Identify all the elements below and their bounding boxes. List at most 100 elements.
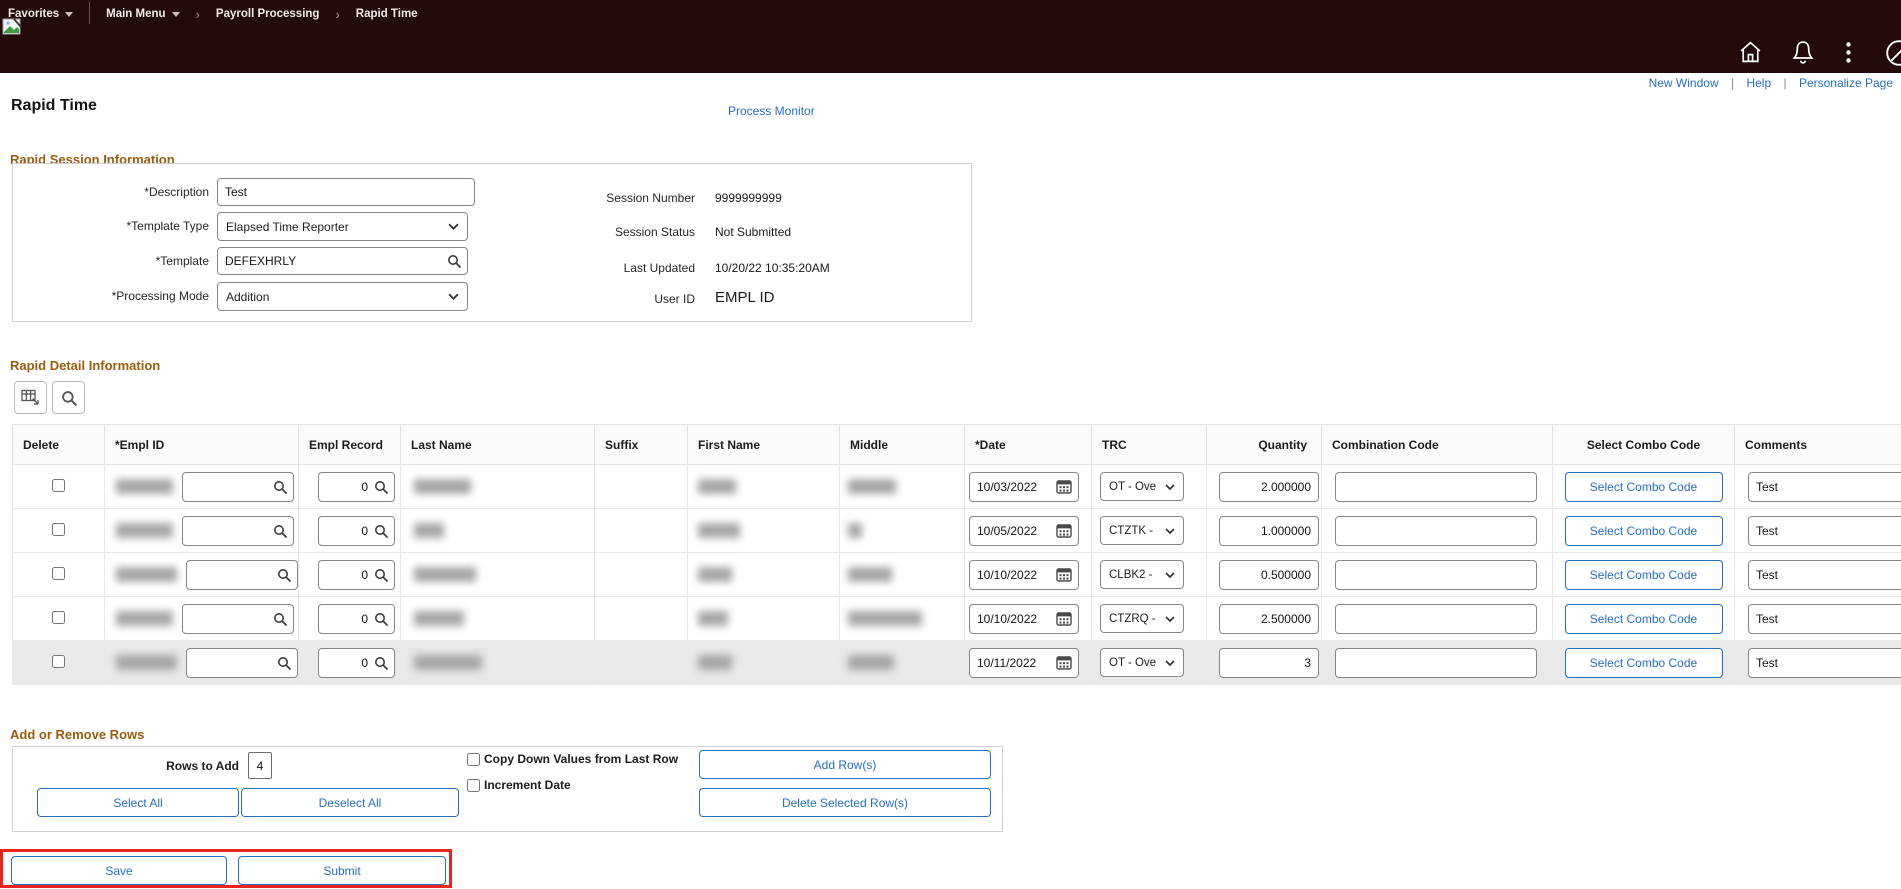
column-header-empl-record: Empl Record	[298, 424, 401, 465]
template-type-select[interactable]: Elapsed Time Reporter	[217, 212, 468, 241]
last-name-redacted-value	[414, 611, 464, 626]
empl-id-redacted-value	[116, 567, 177, 582]
first-name-redacted-value	[698, 567, 732, 582]
personalize-grid-button[interactable]	[14, 381, 47, 414]
comments-input[interactable]	[1748, 647, 1901, 678]
new-window-link[interactable]: New Window	[1649, 76, 1719, 90]
save-button[interactable]: Save	[11, 856, 227, 885]
combination-code-input[interactable]	[1335, 647, 1537, 678]
trc-select[interactable]: CTZTK -	[1100, 516, 1184, 545]
select-combo-code-button[interactable]: Select Combo Code	[1564, 559, 1723, 590]
empl-record-input[interactable]	[318, 471, 395, 502]
actions-kebab-icon[interactable]	[1846, 42, 1851, 66]
quantity-input[interactable]	[1219, 559, 1319, 590]
select-combo-code-button[interactable]: Select Combo Code	[1564, 647, 1723, 678]
home-icon[interactable]	[1738, 40, 1763, 67]
combination-code-input[interactable]	[1335, 471, 1537, 502]
date-input[interactable]	[969, 471, 1079, 502]
combination-code-input[interactable]	[1335, 559, 1537, 590]
quantity-input[interactable]	[1219, 603, 1319, 634]
quantity-input[interactable]	[1219, 471, 1319, 502]
notifications-bell-icon[interactable]	[1792, 40, 1814, 67]
main-menu[interactable]: Main Menu	[106, 8, 165, 20]
date-input[interactable]	[969, 559, 1079, 590]
empl-id-input[interactable]	[186, 647, 298, 678]
delete-row-checkbox[interactable]	[52, 566, 65, 580]
breadcrumb-item-payroll-processing[interactable]: Payroll Processing	[216, 8, 320, 20]
table-row: CTZTK - Select Combo Code	[12, 508, 1901, 553]
rows-to-add-input[interactable]	[248, 752, 272, 779]
combination-code-input[interactable]	[1335, 603, 1537, 634]
template-type-label: *Template Type	[126, 219, 210, 233]
quantity-input[interactable]	[1219, 515, 1319, 546]
submit-button[interactable]: Submit	[238, 856, 446, 885]
empl-id-input[interactable]	[186, 559, 298, 590]
trc-select[interactable]: OT - Ove	[1100, 472, 1184, 501]
comments-input[interactable]	[1748, 471, 1901, 502]
empl-record-input[interactable]	[318, 515, 395, 546]
help-link[interactable]: Help	[1746, 76, 1771, 90]
user-id-label: User ID	[654, 292, 695, 306]
delete-row-checkbox[interactable]	[52, 610, 65, 624]
middle-name-redacted-value	[848, 523, 862, 538]
breadcrumb-chevron-icon: ›	[335, 6, 340, 22]
processing-mode-select[interactable]: Addition	[217, 282, 468, 311]
broken-image-icon	[2, 18, 22, 39]
empl-record-input[interactable]	[318, 647, 395, 678]
last-name-redacted-value	[414, 523, 444, 538]
delete-selected-rows-button[interactable]: Delete Selected Row(s)	[699, 788, 991, 817]
middle-name-redacted-value	[848, 655, 894, 670]
grid-search-button[interactable]	[52, 381, 85, 414]
increment-date-checkbox[interactable]	[467, 779, 480, 792]
table-row: OT - Ove Select Combo Code	[12, 464, 1901, 509]
delete-row-checkbox[interactable]	[52, 522, 65, 536]
trc-select[interactable]: CLBK2 -	[1100, 560, 1184, 589]
grid-table-icon	[21, 389, 39, 405]
description-input[interactable]	[217, 178, 475, 206]
select-combo-code-button[interactable]: Select Combo Code	[1564, 471, 1723, 502]
top-navigation-bar: Favorites Main Menu › Payroll Processing…	[0, 0, 1901, 73]
first-name-redacted-value	[698, 611, 728, 626]
add-remove-panel: Rows to Add Copy Down Values from Last R…	[12, 746, 1003, 832]
quantity-input[interactable]	[1219, 647, 1319, 678]
delete-row-checkbox[interactable]	[52, 478, 65, 492]
table-row: OT - Ove Select Combo Code	[12, 640, 1901, 685]
personalize-page-link[interactable]: Personalize Page	[1799, 76, 1893, 90]
empl-id-input[interactable]	[182, 603, 294, 634]
comments-input[interactable]	[1748, 603, 1901, 634]
search-icon	[61, 390, 77, 406]
delete-row-checkbox[interactable]	[52, 654, 65, 668]
column-header-last-name: Last Name	[400, 424, 595, 465]
navbar-compass-icon[interactable]	[1884, 38, 1901, 71]
template-input[interactable]	[217, 247, 468, 275]
copy-down-checkbox[interactable]	[467, 753, 480, 766]
add-rows-button[interactable]: Add Row(s)	[699, 750, 991, 779]
comments-input[interactable]	[1748, 515, 1901, 546]
trc-select[interactable]: CTZRQ -	[1100, 604, 1184, 633]
last-updated-label: Last Updated	[623, 261, 695, 275]
select-combo-code-button[interactable]: Select Combo Code	[1564, 515, 1723, 546]
breadcrumb-item-rapid-time[interactable]: Rapid Time	[356, 8, 418, 20]
comments-input[interactable]	[1748, 559, 1901, 590]
trc-value: CTZTK -	[1109, 524, 1154, 537]
empl-id-input[interactable]	[182, 515, 294, 546]
date-input[interactable]	[969, 647, 1079, 678]
select-all-button[interactable]: Select All	[37, 788, 239, 817]
date-input[interactable]	[969, 603, 1079, 634]
combination-code-input[interactable]	[1335, 515, 1537, 546]
process-monitor-link[interactable]: Process Monitor	[728, 104, 815, 118]
empl-record-input[interactable]	[318, 603, 395, 634]
empl-record-input[interactable]	[318, 559, 395, 590]
last-updated-value: 10/20/22 10:35:20AM	[715, 261, 830, 275]
grid-header-row: Delete *Empl ID Empl Record Last Name Suffix…	[12, 424, 1901, 465]
deselect-all-button[interactable]: Deselect All	[241, 788, 459, 817]
column-header-date: *Date	[964, 424, 1092, 465]
empl-id-redacted-value	[116, 479, 173, 494]
breadcrumb-chevron-icon: ›	[195, 6, 200, 22]
select-combo-code-button[interactable]: Select Combo Code	[1564, 603, 1723, 634]
trc-select[interactable]: OT - Ove	[1100, 648, 1184, 677]
date-input[interactable]	[969, 515, 1079, 546]
column-header-middle: Middle	[839, 424, 965, 465]
add-remove-heading: Add or Remove Rows	[10, 727, 145, 742]
empl-id-input[interactable]	[182, 471, 294, 502]
